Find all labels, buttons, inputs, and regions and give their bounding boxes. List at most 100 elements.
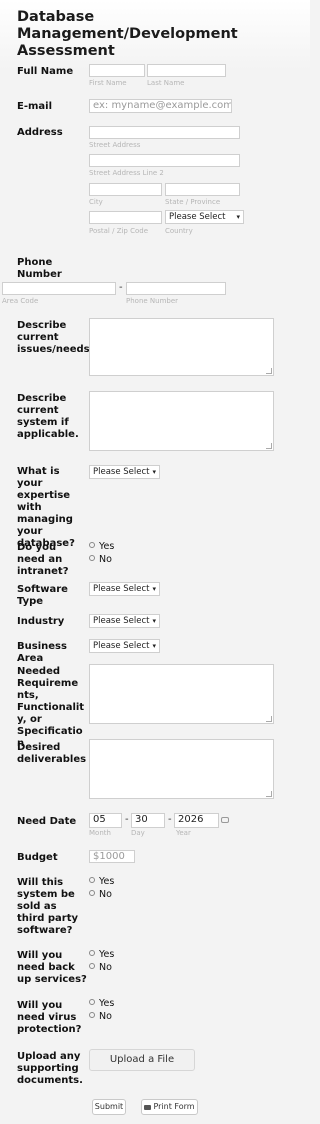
need-date-label: Need Date	[17, 816, 77, 827]
radio-circle-icon	[89, 999, 95, 1005]
chevron-down-icon: ▾	[152, 617, 156, 625]
state-sublabel: State / Province	[165, 198, 221, 206]
budget-label: Budget	[17, 852, 58, 863]
street-address-line2-input[interactable]	[89, 154, 240, 167]
resize-handle-icon[interactable]	[266, 443, 272, 449]
upload-label: Upload any supporting documents.	[17, 1051, 83, 1086]
third-party-yes-label: Yes	[99, 876, 115, 887]
virus-no-radio[interactable]: No	[89, 1011, 112, 1023]
backup-no-radio[interactable]: No	[89, 962, 112, 974]
last-name-input[interactable]	[147, 64, 226, 77]
country-select-value: Please Select	[169, 212, 226, 222]
backup-label: Will you need back up services?	[17, 950, 87, 985]
upload-file-button[interactable]: Upload a File	[89, 1049, 195, 1071]
intranet-yes-label: Yes	[99, 541, 115, 552]
current-system-textarea[interactable]	[89, 391, 274, 451]
month-input[interactable]: 05	[89, 813, 122, 828]
third-party-yes-radio[interactable]: Yes	[89, 876, 114, 888]
street-address-input[interactable]	[89, 126, 240, 139]
radio-circle-icon	[89, 1012, 95, 1018]
chevron-down-icon: ▾	[236, 213, 240, 221]
virus-no-label: No	[99, 1011, 112, 1022]
address-label: Address	[17, 127, 63, 138]
radio-circle-icon	[89, 890, 95, 896]
third-party-label: Will this system be sold as third party …	[17, 877, 79, 936]
day-input[interactable]: 30	[131, 813, 165, 828]
business-area-select[interactable]: Please Select ▾	[89, 639, 160, 653]
printer-icon	[144, 1105, 152, 1110]
phone-separator: -	[119, 282, 123, 293]
intranet-no-radio[interactable]: No	[89, 554, 112, 566]
chevron-down-icon: ▾	[152, 642, 156, 650]
phone-number-sublabel: Phone Number	[126, 297, 179, 305]
radio-circle-icon	[89, 555, 95, 561]
city-input[interactable]	[89, 183, 162, 196]
print-form-button[interactable]: Print Form	[141, 1099, 198, 1115]
chevron-down-icon: ▾	[152, 468, 156, 476]
street-address-line2-sublabel: Street Address Line 2	[89, 169, 164, 177]
business-area-label: Business Area	[17, 641, 67, 664]
state-input[interactable]	[165, 183, 240, 196]
requirements-label: Needed Requirements, Functionality, or S…	[17, 666, 85, 749]
intranet-label: Do you need an intranet?	[17, 542, 69, 577]
software-type-select-value: Please Select	[93, 584, 150, 594]
country-sublabel: Country	[165, 227, 193, 235]
software-type-label: Software Type	[17, 584, 68, 607]
first-name-input[interactable]	[89, 64, 145, 77]
expertise-select-value: Please Select	[93, 467, 150, 477]
resize-handle-icon[interactable]	[266, 368, 272, 374]
virus-label: Will you need virus protection?	[17, 1000, 82, 1035]
last-name-sublabel: Last Name	[147, 79, 185, 87]
date-separator: -	[168, 814, 172, 825]
phone-label: Phone Number	[17, 257, 62, 280]
full-name-label: Full Name	[17, 66, 74, 77]
deliverables-textarea[interactable]	[89, 739, 274, 799]
postal-code-sublabel: Postal / Zip Code	[89, 227, 149, 235]
resize-handle-icon[interactable]	[266, 791, 272, 797]
radio-circle-icon	[89, 963, 95, 969]
business-area-select-value: Please Select	[93, 641, 150, 651]
third-party-no-label: No	[99, 889, 112, 900]
intranet-no-label: No	[99, 554, 112, 565]
chevron-down-icon: ▾	[152, 585, 156, 593]
industry-select-value: Please Select	[93, 616, 150, 626]
print-form-label: Print Form	[153, 1102, 195, 1111]
city-sublabel: City	[89, 198, 103, 206]
date-separator: -	[125, 814, 129, 825]
year-input[interactable]: 2026	[174, 813, 219, 828]
backup-yes-radio[interactable]: Yes	[89, 949, 114, 961]
expertise-label: What is your expertise with managing you…	[17, 466, 75, 549]
submit-button[interactable]: Submit	[92, 1099, 126, 1115]
issues-label: Describe current issues/needs	[17, 320, 90, 355]
radio-circle-icon	[89, 950, 95, 956]
phone-number-input[interactable]	[126, 282, 226, 295]
requirements-textarea[interactable]	[89, 664, 274, 724]
current-system-label: Describe current system if applicable.	[17, 393, 79, 440]
industry-select[interactable]: Please Select ▾	[89, 614, 160, 628]
third-party-no-radio[interactable]: No	[89, 889, 112, 901]
postal-code-input[interactable]	[89, 211, 162, 224]
first-name-sublabel: First Name	[89, 79, 127, 87]
form-title: Database Management/Development Assessme…	[17, 9, 238, 59]
month-sublabel: Month	[89, 829, 111, 837]
radio-circle-icon	[89, 877, 95, 883]
resize-handle-icon[interactable]	[266, 716, 272, 722]
email-label: E-mail	[17, 101, 53, 112]
area-code-input[interactable]	[2, 282, 116, 295]
country-select[interactable]: Please Select ▾	[165, 210, 244, 224]
expertise-select[interactable]: Please Select ▾	[89, 465, 160, 479]
budget-input[interactable]: $1000	[89, 850, 135, 863]
deliverables-label: Desired deliverables	[17, 742, 87, 765]
street-address-sublabel: Street Address	[89, 141, 141, 149]
virus-yes-label: Yes	[99, 998, 115, 1009]
virus-yes-radio[interactable]: Yes	[89, 998, 114, 1010]
email-field[interactable]: ex: myname@example.com	[89, 99, 232, 113]
backup-no-label: No	[99, 962, 112, 973]
day-sublabel: Day	[131, 829, 145, 837]
area-code-sublabel: Area Code	[2, 297, 39, 305]
calendar-icon[interactable]	[221, 817, 229, 823]
industry-label: Industry	[17, 616, 65, 627]
issues-textarea[interactable]	[89, 318, 274, 376]
intranet-yes-radio[interactable]: Yes	[89, 541, 114, 553]
software-type-select[interactable]: Please Select ▾	[89, 582, 160, 596]
